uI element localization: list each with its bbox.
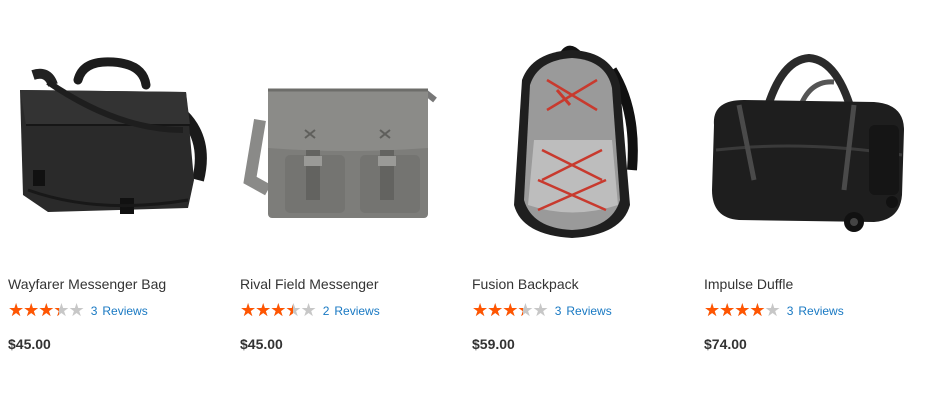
- product-price: $45.00: [240, 336, 283, 352]
- backpack-gray-icon: [514, 45, 638, 238]
- product-image[interactable]: [8, 30, 218, 240]
- reviews-link[interactable]: 3 Reviews: [787, 304, 844, 318]
- rating-stars: ★★★★★ ★★★★★: [704, 300, 781, 321]
- reviews-link[interactable]: 3 Reviews: [555, 304, 612, 318]
- reviews-label: Reviews: [334, 304, 380, 318]
- duffle-bag-black-icon: [712, 53, 904, 232]
- reviews-label: Reviews: [798, 304, 844, 318]
- product-name[interactable]: Fusion Backpack: [472, 275, 579, 293]
- rating-stars: ★★★★★ ★★★★★: [240, 300, 317, 321]
- product-name[interactable]: Wayfarer Messenger Bag: [8, 275, 166, 293]
- product-image[interactable]: [704, 30, 914, 240]
- product-price: $45.00: [8, 336, 51, 352]
- reviews-link[interactable]: 2 Reviews: [323, 304, 380, 318]
- product-card: Impulse Duffle ★★★★★ ★★★★★ 3 Reviews $74…: [704, 0, 929, 406]
- rating-stars: ★★★★★ ★★★★★: [472, 300, 549, 321]
- messenger-bag-gray-icon: [243, 88, 437, 218]
- product-rating: ★★★★★ ★★★★★ 3 Reviews: [704, 302, 844, 320]
- product-name[interactable]: Rival Field Messenger: [240, 275, 379, 293]
- product-name[interactable]: Impulse Duffle: [704, 275, 793, 293]
- product-card: Rival Field Messenger ★★★★★ ★★★★★ 2 Revi…: [240, 0, 465, 406]
- review-count: 2: [322, 304, 330, 318]
- rating-fill: ★★★★★: [472, 302, 523, 320]
- review-count: 3: [554, 304, 562, 318]
- rating-stars: ★★★★★ ★★★★★: [8, 300, 85, 321]
- review-count: 3: [90, 304, 98, 318]
- review-count: 3: [786, 304, 794, 318]
- rating-fill: ★★★★★: [704, 302, 765, 320]
- rating-fill: ★★★★★: [240, 302, 293, 320]
- product-rating: ★★★★★ ★★★★★ 2 Reviews: [240, 302, 380, 320]
- product-card: Wayfarer Messenger Bag ★★★★★ ★★★★★ 3 Rev…: [8, 0, 233, 406]
- product-image[interactable]: [240, 30, 450, 240]
- messenger-bag-black-icon: [20, 57, 207, 214]
- product-grid: Wayfarer Messenger Bag ★★★★★ ★★★★★ 3 Rev…: [0, 0, 950, 406]
- product-rating: ★★★★★ ★★★★★ 3 Reviews: [8, 302, 148, 320]
- product-price: $74.00: [704, 336, 747, 352]
- reviews-link[interactable]: 3 Reviews: [91, 304, 148, 318]
- product-price: $59.00: [472, 336, 515, 352]
- product-card: Fusion Backpack ★★★★★ ★★★★★ 3 Reviews $5…: [472, 0, 697, 406]
- product-rating: ★★★★★ ★★★★★ 3 Reviews: [472, 302, 612, 320]
- reviews-label: Reviews: [102, 304, 148, 318]
- rating-fill: ★★★★★: [8, 302, 59, 320]
- reviews-label: Reviews: [566, 304, 612, 318]
- product-image[interactable]: [472, 30, 682, 240]
